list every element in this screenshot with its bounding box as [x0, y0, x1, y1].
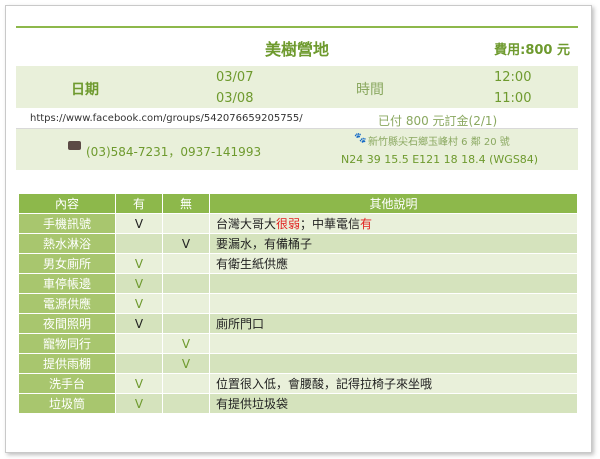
row-yes: V	[115, 253, 163, 274]
row-item: 夜間照明	[18, 313, 116, 334]
row-no: V	[162, 353, 210, 374]
row-note: 位置很入低，會腰酸，記得拉椅子來坐哦	[209, 373, 578, 394]
note-text-2: ；中華電信	[300, 217, 361, 231]
table-row: 提供雨棚 V	[18, 353, 578, 374]
row-note	[209, 333, 578, 354]
row-item: 男女廁所	[18, 253, 116, 274]
row-item: 寵物同行	[18, 333, 116, 354]
facebook-group-link[interactable]: https://www.facebook.com/groups/54207665…	[30, 113, 303, 124]
amenities-table: 內容 有 無 其他說明 手機訊號 V 台灣大哥大很弱；中華電信有 熱水淋浴 V …	[18, 193, 578, 414]
row-no	[162, 393, 210, 414]
row-note	[209, 273, 578, 294]
table-row: 電源供應 V	[18, 293, 578, 314]
row-no: V	[162, 333, 210, 354]
contact-row: (03)584-7231，0937-141993 🐾 新竹縣尖石鄉玉峰村 6 鄰…	[16, 129, 578, 170]
date-label: 日期	[71, 82, 99, 98]
table-row: 夜間照明 V 廁所門口	[18, 313, 578, 334]
row-no	[162, 373, 210, 394]
checkout-time: 11:00	[494, 91, 532, 106]
table-row: 男女廁所 V 有衛生紙供應	[18, 253, 578, 274]
note-text: 台灣大哥大	[216, 217, 277, 231]
table-row: 垃圾筒 V 有提供垃圾袋	[18, 393, 578, 414]
row-yes: V	[115, 213, 163, 234]
paw-icon: 🐾	[354, 133, 367, 144]
table-row: 手機訊號 V 台灣大哥大很弱；中華電信有	[18, 213, 578, 234]
row-yes	[115, 353, 163, 374]
row-item: 洗手台	[18, 373, 116, 394]
row-no	[162, 313, 210, 334]
row-note	[209, 293, 578, 314]
row-no	[162, 293, 210, 314]
table-row: 寵物同行 V	[18, 333, 578, 354]
row-note	[209, 353, 578, 374]
time-label: 時間	[356, 82, 384, 98]
checkout-date: 03/08	[216, 91, 254, 106]
table-row: 車停帳邊 V	[18, 273, 578, 294]
table-row: 洗手台 V 位置很入低，會腰酸，記得拉椅子來坐哦	[18, 373, 578, 394]
row-yes: V	[115, 373, 163, 394]
row-no	[162, 213, 210, 234]
row-no	[162, 273, 210, 294]
checkin-time: 12:00	[494, 70, 532, 85]
photo-icon	[68, 141, 81, 150]
gps-coordinates: N24 39 15.5 E121 18 18.4 (WGS84)	[341, 153, 539, 166]
row-no: V	[162, 233, 210, 254]
address: 新竹縣尖石鄉玉峰村 6 鄰 20 號	[368, 137, 510, 148]
deposit-note: 已付 800 元訂金(2/1)	[378, 114, 498, 128]
row-no	[162, 253, 210, 274]
checkin-date: 03/07	[216, 70, 254, 85]
phone-numbers: (03)584-7231，0937-141993	[86, 145, 262, 159]
row-note: 要漏水，有備桶子	[209, 233, 578, 254]
row-note: 有提供垃圾袋	[209, 393, 578, 414]
col-header-notes: 其他說明	[209, 193, 578, 214]
col-header-item: 內容	[18, 193, 116, 214]
row-note: 有衛生紙供應	[209, 253, 578, 274]
row-yes	[115, 333, 163, 354]
row-yes: V	[115, 313, 163, 334]
fee-label: 費用:800 元	[494, 43, 570, 58]
title-row: 美樹營地 費用:800 元	[16, 26, 578, 67]
row-item: 車停帳邊	[18, 273, 116, 294]
date-row: 日期 03/07 03/08 時間 12:00 11:00	[16, 66, 578, 108]
row-note: 台灣大哥大很弱；中華電信有	[209, 213, 578, 234]
note-warning: 很弱	[276, 217, 301, 231]
row-item: 垃圾筒	[18, 393, 116, 414]
url-row: https://www.facebook.com/groups/54207665…	[16, 110, 578, 129]
table-row: 熱水淋浴 V 要漏水，有備桶子	[18, 233, 578, 254]
row-item: 電源供應	[18, 293, 116, 314]
row-yes: V	[115, 293, 163, 314]
table-header-row: 內容 有 無 其他說明	[18, 193, 578, 214]
row-item: 手機訊號	[18, 213, 116, 234]
row-yes: V	[115, 273, 163, 294]
row-item: 熱水淋浴	[18, 233, 116, 254]
row-note: 廁所門口	[209, 313, 578, 334]
note-warning-2: 有	[360, 217, 373, 231]
row-yes	[115, 233, 163, 254]
col-header-yes: 有	[115, 193, 163, 214]
col-header-no: 無	[162, 193, 210, 214]
row-item: 提供雨棚	[18, 353, 116, 374]
row-yes: V	[115, 393, 163, 414]
